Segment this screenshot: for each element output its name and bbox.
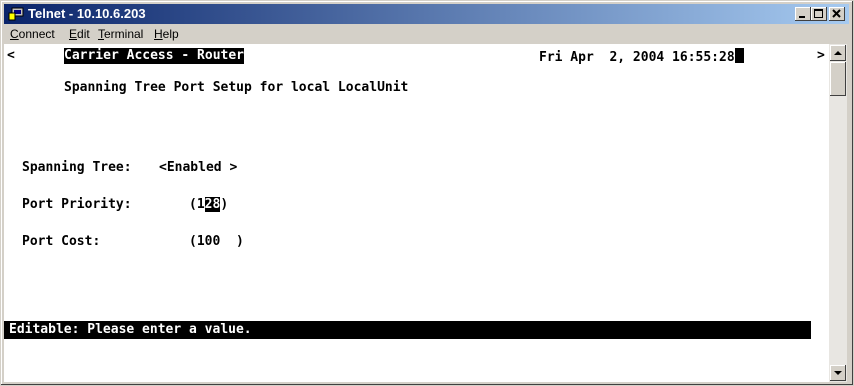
menu-help[interactable]: Help — [154, 27, 179, 41]
menu-bar: Connect Edit Terminal Help — [4, 25, 849, 43]
close-icon — [832, 9, 841, 18]
maximize-button[interactable] — [811, 7, 827, 21]
title-bar[interactable]: Telnet - 10.10.6.203 — [4, 4, 849, 24]
status-bar: Editable: Please enter a value. — [4, 321, 811, 339]
terminal-screen[interactable]: < Carrier Access - Router Fri Apr 2, 200… — [4, 44, 829, 382]
spanning-tree-label: Spanning Tree: — [22, 160, 132, 175]
vertical-scrollbar[interactable] — [829, 44, 847, 382]
scrollbar-thumb[interactable] — [830, 62, 846, 96]
maximize-icon — [814, 9, 823, 18]
menu-edit[interactable]: Edit — [69, 27, 90, 41]
window-title: Telnet - 10.10.6.203 — [28, 6, 146, 21]
close-button[interactable] — [829, 7, 845, 21]
header-datetime: Fri Apr 2, 2004 16:55:28 — [539, 48, 744, 66]
spanning-tree-value[interactable]: <Enabled > — [159, 160, 237, 176]
menu-connect[interactable]: Connect — [10, 27, 55, 41]
scroll-down-button[interactable] — [830, 365, 846, 381]
telnet-app-icon[interactable] — [8, 7, 24, 21]
minimize-button[interactable] — [795, 7, 811, 21]
port-priority-selection: 28 — [204, 197, 221, 212]
minimize-icon — [799, 16, 805, 18]
arrow-down-icon — [834, 371, 842, 375]
status-message: Editable: Please enter a value. — [9, 322, 252, 337]
header-title: Carrier Access - Router — [64, 48, 245, 64]
scroll-up-button[interactable] — [830, 45, 846, 61]
port-cost-field[interactable]: (100 ) — [189, 234, 244, 250]
arrow-up-icon — [834, 51, 842, 55]
scroll-right-marker: > — [817, 48, 825, 63]
port-priority-field[interactable]: (128) — [189, 197, 228, 213]
telnet-window: Telnet - 10.10.6.203 Connect Edit Termin… — [0, 0, 854, 386]
page-title: Spanning Tree Port Setup for local Local… — [64, 80, 409, 95]
port-cost-label: Port Cost: — [22, 234, 101, 249]
terminal-cursor — [734, 48, 744, 63]
scroll-left-marker: < — [7, 48, 15, 63]
port-priority-label: Port Priority: — [22, 197, 132, 212]
menu-terminal[interactable]: Terminal — [98, 27, 143, 41]
